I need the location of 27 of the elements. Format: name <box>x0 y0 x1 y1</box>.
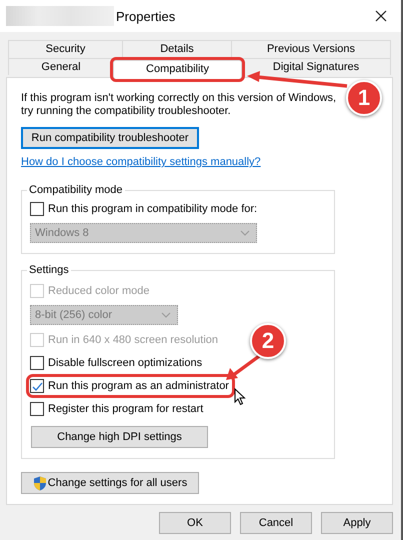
settings-checkbox[interactable]: Disable fullscreen optimizations <box>30 355 204 371</box>
cursor-icon <box>234 388 246 406</box>
settings-checkbox[interactable]: Run this program as an administrator <box>30 378 231 394</box>
intro-text: If this program isn't working correctly on this version of Windows, try running the compatibility troubleshooter. <box>21 92 338 118</box>
check-icon <box>32 380 42 392</box>
tab[interactable]: Digital Signatures <box>241 58 391 75</box>
tab[interactable]: Previous Versions <box>231 40 391 58</box>
chevron-down-icon <box>161 312 171 318</box>
dialog-button[interactable]: OK <box>159 512 231 534</box>
high-dpi-button[interactable]: Change high DPI settings <box>31 426 208 448</box>
dialog-button[interactable]: Cancel <box>240 512 312 534</box>
settings-checkbox[interactable]: Register this program for restart <box>30 401 206 417</box>
help-link[interactable]: How do I choose compatibility settings manually? <box>21 156 261 168</box>
tab[interactable]: Security <box>8 40 123 58</box>
shield-icon <box>32 476 47 490</box>
close-icon[interactable] <box>375 10 387 22</box>
dialog-button[interactable]: Apply <box>321 512 393 534</box>
tab[interactable]: General <box>8 58 114 75</box>
group-title: Compatibility mode <box>28 184 124 196</box>
all-users-button[interactable]: Change settings for all users <box>21 472 199 494</box>
troubleshooter-button[interactable]: Run compatibility troubleshooter <box>21 127 199 149</box>
tab[interactable]: Details <box>122 40 232 58</box>
compatibility-mode-checkbox[interactable]: Run this program in compatibility mode for: <box>30 201 260 217</box>
window-title: Properties <box>116 8 176 24</box>
group-title: Settings <box>28 264 70 276</box>
tab[interactable]: Compatibility <box>113 60 242 79</box>
chevron-down-icon <box>240 230 250 236</box>
